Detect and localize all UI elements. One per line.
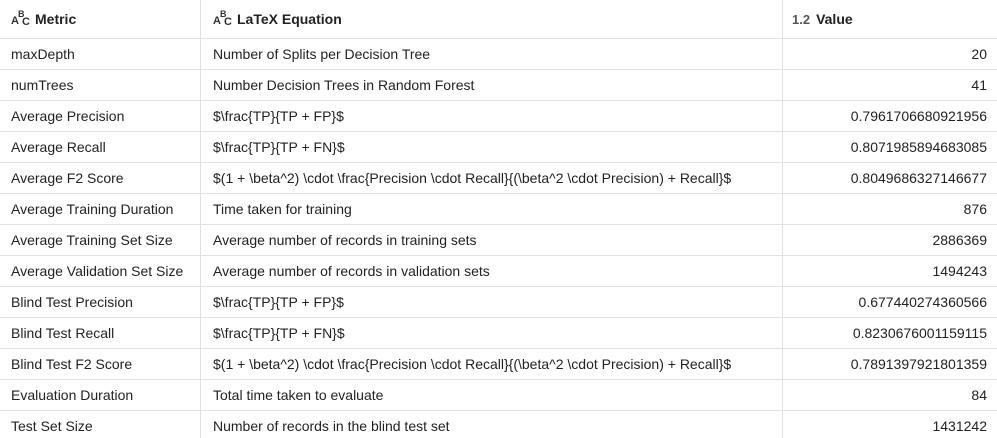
value-cell[interactable]: 0.8230676001159115	[783, 318, 997, 348]
table-row[interactable]: Average F2 Score $(1 + \beta^2) \cdot \fr…	[0, 163, 997, 194]
metric-cell[interactable]: Average Precision	[0, 101, 201, 131]
value-cell[interactable]: 2886369	[783, 225, 997, 255]
abc-text-icon: ABC	[213, 9, 232, 28]
latex-equation-cell[interactable]: $(1 + \beta^2) \cdot \frac{Precision \cd…	[201, 349, 783, 379]
latex-equation-cell[interactable]: Number of records in the blind test set	[201, 411, 783, 438]
table-row[interactable]: Blind Test Precision $\frac{TP}{TP + FP}$…	[0, 287, 997, 318]
column-header-label: Value	[816, 11, 853, 27]
value-cell[interactable]: 84	[783, 380, 997, 410]
latex-equation-cell[interactable]: $\frac{TP}{TP + FP}$	[201, 101, 783, 131]
latex-equation-cell[interactable]: Average number of records in validation …	[201, 256, 783, 286]
decimal-number-icon: 1.2	[792, 11, 811, 27]
value-cell[interactable]: 0.677440274360566	[783, 287, 997, 317]
metric-cell[interactable]: numTrees	[0, 70, 201, 100]
latex-equation-cell[interactable]: Total time taken to evaluate	[201, 380, 783, 410]
metric-cell[interactable]: Blind Test F2 Score	[0, 349, 201, 379]
value-cell[interactable]: 0.7961706680921956	[783, 101, 997, 131]
table-row[interactable]: maxDepth Number of Splits per Decision Tr…	[0, 39, 997, 70]
column-header-metric[interactable]: ABC Metric	[0, 0, 201, 38]
value-cell[interactable]: 0.8071985894683085	[783, 132, 997, 162]
metric-cell[interactable]: Average Training Duration	[0, 194, 201, 224]
column-header-latex-equation[interactable]: ABC LaTeX Equation	[201, 0, 783, 38]
table-row[interactable]: Test Set Size Number of records in the bl…	[0, 411, 997, 438]
value-cell[interactable]: 0.7891397921801359	[783, 349, 997, 379]
metric-cell[interactable]: Blind Test Recall	[0, 318, 201, 348]
metric-cell[interactable]: Average F2 Score	[0, 163, 201, 193]
latex-equation-cell[interactable]: Time taken for training	[201, 194, 783, 224]
metric-cell[interactable]: Average Validation Set Size	[0, 256, 201, 286]
metric-cell[interactable]: Average Training Set Size	[0, 225, 201, 255]
value-cell[interactable]: 1494243	[783, 256, 997, 286]
value-cell[interactable]: 0.8049686327146677	[783, 163, 997, 193]
table-row[interactable]: Average Recall $\frac{TP}{TP + FN}$ 0.8071…	[0, 132, 997, 163]
latex-equation-cell[interactable]: Number Decision Trees in Random Forest	[201, 70, 783, 100]
metric-cell[interactable]: maxDepth	[0, 39, 201, 69]
table-row[interactable]: Blind Test Recall $\frac{TP}{TP + FN}$ 0.8…	[0, 318, 997, 349]
metric-cell[interactable]: Average Recall	[0, 132, 201, 162]
metric-cell[interactable]: Blind Test Precision	[0, 287, 201, 317]
table-row[interactable]: Evaluation Duration Total time taken to e…	[0, 380, 997, 411]
latex-equation-cell[interactable]: $\frac{TP}{TP + FN}$	[201, 318, 783, 348]
value-cell[interactable]: 41	[783, 70, 997, 100]
value-cell[interactable]: 876	[783, 194, 997, 224]
table-row[interactable]: Blind Test F2 Score $(1 + \beta^2) \cdot …	[0, 349, 997, 380]
table-row[interactable]: Average Validation Set Size Average numbe…	[0, 256, 997, 287]
table-header: ABC Metric ABC LaTeX Equation 1.2 Value	[0, 0, 997, 39]
latex-equation-cell[interactable]: $\frac{TP}{TP + FP}$	[201, 287, 783, 317]
metric-cell[interactable]: Test Set Size	[0, 411, 201, 438]
table-row[interactable]: Average Precision $\frac{TP}{TP + FP}$ 0.7…	[0, 101, 997, 132]
latex-equation-cell[interactable]: $(1 + \beta^2) \cdot \frac{Precision \cd…	[201, 163, 783, 193]
abc-text-icon: ABC	[11, 9, 30, 28]
metric-cell[interactable]: Evaluation Duration	[0, 380, 201, 410]
table-row[interactable]: Average Training Set Size Average number …	[0, 225, 997, 256]
column-header-value[interactable]: 1.2 Value	[783, 0, 997, 38]
column-header-label: LaTeX Equation	[237, 11, 342, 27]
table-row[interactable]: numTrees Number Decision Trees in Random …	[0, 70, 997, 101]
value-cell[interactable]: 1431242	[783, 411, 997, 438]
latex-equation-cell[interactable]: $\frac{TP}{TP + FN}$	[201, 132, 783, 162]
table-row[interactable]: Average Training Duration Time taken for …	[0, 194, 997, 225]
latex-equation-cell[interactable]: Number of Splits per Decision Tree	[201, 39, 783, 69]
latex-equation-cell[interactable]: Average number of records in training se…	[201, 225, 783, 255]
results-table: ABC Metric ABC LaTeX Equation 1.2 Value …	[0, 0, 997, 438]
column-header-label: Metric	[35, 11, 77, 27]
value-cell[interactable]: 20	[783, 39, 997, 69]
